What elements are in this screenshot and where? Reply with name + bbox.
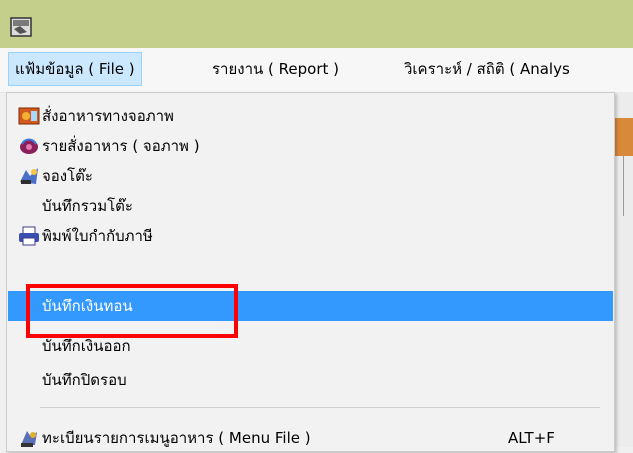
annotation-highlight-box — [26, 284, 238, 338]
menu-item-label: สั่งอาหารทางจอภาพ — [42, 107, 174, 125]
file-dropdown-menu: สั่งอาหารทางจอภาพ รายสั่งอาหาร ( จอภาพ )… — [6, 92, 615, 452]
menu-bar: แฟ้มข้อมูล ( File ) รายงาน ( Report ) วิ… — [0, 48, 633, 93]
menu-file-icon — [21, 431, 37, 447]
app-window-icon[interactable] — [10, 17, 32, 37]
menu-item-print-tax-invoice[interactable]: พิมพ์ใบกำกับภาษี — [8, 221, 613, 251]
menu-item-label: บันทึกปิดรอบ — [42, 371, 127, 389]
menu-item-menu-file[interactable]: ทะเบียนรายการเมนูอาหาร ( Menu File ) ALT… — [8, 423, 613, 453]
menu-analysis[interactable]: วิเคราะห์ / สถิติ ( Analys — [398, 52, 576, 86]
order-list-icon — [20, 138, 38, 154]
background-window-divider — [623, 156, 624, 216]
menu-item-table-booking[interactable]: จองโต๊ะ — [8, 161, 613, 191]
printer-icon — [19, 226, 39, 246]
table-booking-icon — [20, 168, 38, 184]
menu-item-order-food-screen[interactable]: สั่งอาหารทางจอภาพ — [8, 101, 613, 131]
menu-item-label: บันทึกรวมโต๊ะ — [42, 197, 133, 215]
menu-item-label: รายสั่งอาหาร ( จอภาพ ) — [42, 137, 200, 155]
menu-item-merge-tables[interactable]: บันทึกรวมโต๊ะ — [8, 191, 613, 221]
menu-item-label: พิมพ์ใบกำกับภาษี — [42, 227, 153, 245]
background-window-accent — [615, 118, 633, 156]
menu-report[interactable]: รายงาน ( Report ) — [206, 52, 345, 86]
menu-item-order-list[interactable]: รายสั่งอาหาร ( จอภาพ ) — [8, 131, 613, 161]
menu-separator — [40, 407, 600, 408]
menu-item-close-shift[interactable]: บันทึกปิดรอบ — [8, 365, 613, 395]
menu-item-shortcut: ALT+F — [508, 429, 555, 447]
menu-item-label: ทะเบียนรายการเมนูอาหาร ( Menu File ) — [42, 429, 311, 447]
menu-item-label: จองโต๊ะ — [42, 167, 93, 185]
title-bar — [0, 0, 633, 48]
menu-file[interactable]: แฟ้มข้อมูล ( File ) — [8, 52, 142, 86]
food-order-icon — [18, 107, 40, 125]
